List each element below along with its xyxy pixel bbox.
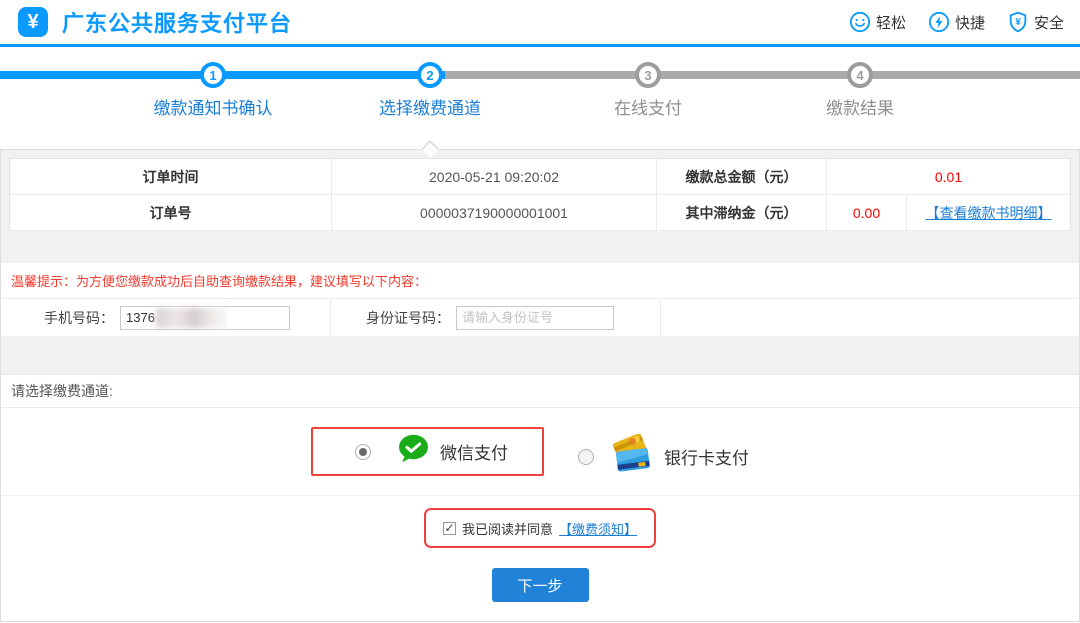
- step-label-pay: 在线支付: [614, 94, 682, 119]
- agreement-highlight: ✓ 我已阅读并同意 【缴费须知】: [424, 508, 656, 548]
- total-amount-value: 0.01: [827, 159, 1070, 195]
- step-4-number: 4: [856, 68, 863, 83]
- order-time-value: 2020-05-21 09:20:02: [332, 159, 657, 195]
- channel-section: 请选择缴费通道: 微信支付 银行卡支付: [1, 374, 1079, 621]
- late-fee-label: 其中滞纳金（元）: [657, 195, 827, 231]
- progress-stepper: 1 2 3 4 缴款通知书确认 选择缴费通道 在线支付 缴款结果: [0, 47, 1080, 149]
- detail-link-cell: 【查看缴款书明细】: [907, 195, 1070, 231]
- lightning-icon: [928, 11, 950, 33]
- phone-cell: 手机号码： 1376: [1, 299, 331, 336]
- view-bill-detail-link[interactable]: 【查看缴款书明细】: [926, 203, 1052, 223]
- table-row: 订单号 0000037190000001001 其中滞纳金（元） 0.00 【查…: [10, 195, 1070, 231]
- late-fee-value: 0.00: [827, 195, 907, 231]
- channel-options: 微信支付 银行卡支付: [1, 408, 1079, 496]
- step-1-number: 1: [209, 68, 216, 83]
- badge-fast-label: 快捷: [955, 12, 985, 33]
- phone-value: 1376: [126, 310, 155, 325]
- contact-form-row: 手机号码： 1376 身份证号码：: [1, 299, 1079, 336]
- bankcard-radio[interactable]: [578, 449, 594, 465]
- main-panel: 订单时间 2020-05-21 09:20:02 缴款总金额（元） 0.01 订…: [0, 149, 1080, 622]
- step-circle-1: 1: [200, 62, 226, 88]
- table-row: 订单时间 2020-05-21 09:20:02 缴款总金额（元） 0.01: [10, 159, 1070, 195]
- button-row: 下一步: [1, 558, 1079, 602]
- page-title: 广东公共服务支付平台: [62, 6, 292, 38]
- wechat-label: 微信支付: [440, 439, 508, 464]
- step-label-confirm: 缴款通知书确认: [154, 94, 273, 119]
- empty-cell: [661, 299, 1079, 336]
- badge-easy: 轻松: [849, 11, 906, 33]
- app-header: ¥ 广东公共服务支付平台 轻松 快捷 ¥ 安全: [0, 0, 1080, 47]
- order-info-table: 订单时间 2020-05-21 09:20:02 缴款总金额（元） 0.01 订…: [9, 158, 1071, 231]
- shield-yuan-icon: ¥: [1007, 11, 1029, 33]
- order-no-value: 0000037190000001001: [332, 195, 657, 231]
- step-circle-3: 3: [635, 62, 661, 88]
- step-circle-2: 2: [417, 62, 443, 88]
- step-2-number: 2: [426, 68, 433, 83]
- notice-row: 温馨提示：为方便您缴款成功后自助查询缴款结果，建议填写以下内容：: [1, 263, 1079, 299]
- payment-notice-link[interactable]: 【缴费须知】: [559, 519, 637, 538]
- badge-safe: ¥ 安全: [1007, 11, 1064, 33]
- badge-easy-label: 轻松: [876, 12, 906, 33]
- smiley-icon: [849, 11, 871, 33]
- agreement-text: 我已阅读并同意: [462, 519, 553, 538]
- phone-redaction-blur: [156, 308, 226, 328]
- next-step-button[interactable]: 下一步: [492, 568, 589, 602]
- step-3-number: 3: [644, 68, 651, 83]
- phone-label: 手机号码：: [44, 308, 114, 328]
- wechat-radio[interactable]: [355, 444, 371, 460]
- channel-prompt: 请选择缴费通道:: [1, 375, 1079, 408]
- phone-input[interactable]: 1376: [120, 306, 290, 330]
- yuan-glyph: ¥: [27, 11, 38, 34]
- total-amount-label: 缴款总金额（元）: [657, 159, 827, 195]
- svg-text:¥: ¥: [1015, 17, 1021, 28]
- badge-safe-label: 安全: [1034, 12, 1064, 33]
- id-input[interactable]: [456, 306, 614, 330]
- bankcard-icon: [608, 434, 650, 479]
- order-no-label: 订单号: [10, 195, 332, 231]
- id-label: 身份证号码：: [366, 308, 450, 328]
- agreement-row: ✓ 我已阅读并同意 【缴费须知】: [1, 496, 1079, 558]
- badge-fast: 快捷: [928, 11, 985, 33]
- check-icon: ✓: [444, 522, 454, 534]
- wechat-icon: [397, 434, 430, 469]
- step-label-channel: 选择缴费通道: [379, 94, 481, 119]
- bankcard-label: 银行卡支付: [664, 444, 749, 469]
- header-badges: 轻松 快捷 ¥ 安全: [849, 11, 1064, 33]
- step-circle-4: 4: [847, 62, 873, 88]
- bankcard-option[interactable]: 银行卡支付: [578, 434, 749, 479]
- yuan-logo-icon: ¥: [18, 7, 48, 37]
- step-label-result: 缴款结果: [826, 94, 894, 119]
- notice-text: 温馨提示：为方便您缴款成功后自助查询缴款结果，建议填写以下内容：: [11, 271, 427, 290]
- wechat-option-highlight[interactable]: 微信支付: [311, 427, 544, 476]
- order-time-label: 订单时间: [10, 159, 332, 195]
- id-cell: 身份证号码：: [331, 299, 661, 336]
- agreement-checkbox[interactable]: ✓: [443, 522, 456, 535]
